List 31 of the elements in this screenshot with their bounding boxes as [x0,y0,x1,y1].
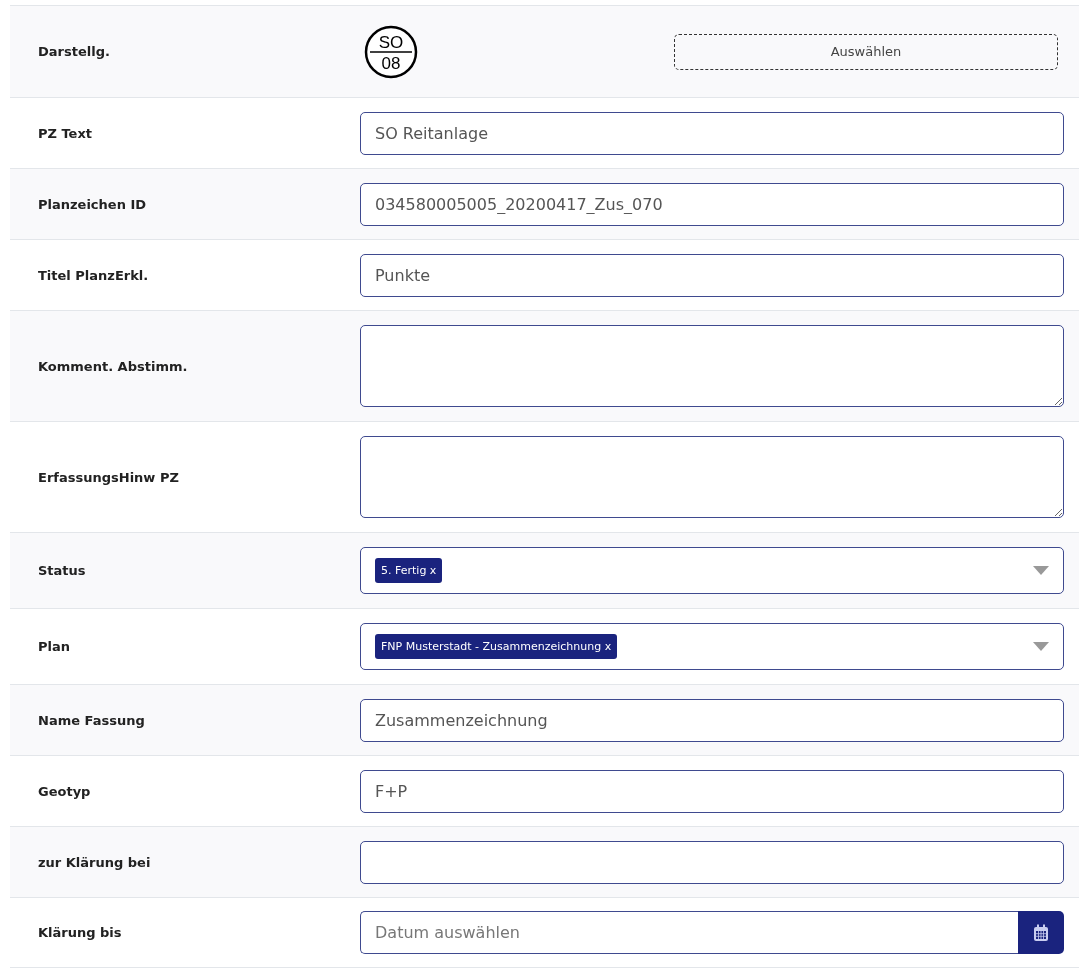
calendar-button[interactable] [1018,911,1064,954]
input-field[interactable]: F+P [360,769,1064,813]
input-field[interactable]: Punkte [360,253,1064,297]
field-label: Titel PlanzErkl. [37,267,150,283]
field-label: Status [37,563,87,578]
field-label: PZ Text [37,125,94,141]
field-label: Darstellg. [37,44,111,59]
field-label: Klärung bis [37,925,123,940]
field-label: Name Fassung [37,712,146,728]
text-area[interactable] [360,325,1064,407]
input-field[interactable]: Zusammenzeichnung [360,698,1064,742]
input-field[interactable]: 034580005005_20200417_Zus_070 [360,182,1064,226]
date-field[interactable]: Datum auswählen [360,911,1018,954]
input-field[interactable] [360,840,1064,884]
field-label: zur Klärung bei [37,854,152,870]
plan-symbol-icon: SO 08 [363,23,419,80]
select-button[interactable]: Auswählen [674,33,1058,70]
input-field[interactable]: SO Reitanlage [360,111,1064,155]
selected-tag[interactable]: 5. Fertig x [375,558,443,583]
field-label: Planzeichen ID [37,196,148,212]
select-field[interactable]: 5. Fertig x [360,547,1064,594]
caret-icon [1033,642,1049,651]
selected-tag[interactable]: FNP Musterstadt - Zusammenzeichnung x [375,634,618,659]
field-label: ErfassungsHinw PZ [37,469,180,485]
field-label: Geotyp [37,783,92,799]
text-area[interactable] [360,436,1064,518]
caret-icon [1033,566,1049,575]
calendar-icon [1033,923,1049,942]
field-label: Plan [37,639,71,654]
select-field[interactable]: FNP Musterstadt - Zusammenzeichnung x [360,623,1064,670]
field-label: Komment. Abstimm. [37,358,189,374]
